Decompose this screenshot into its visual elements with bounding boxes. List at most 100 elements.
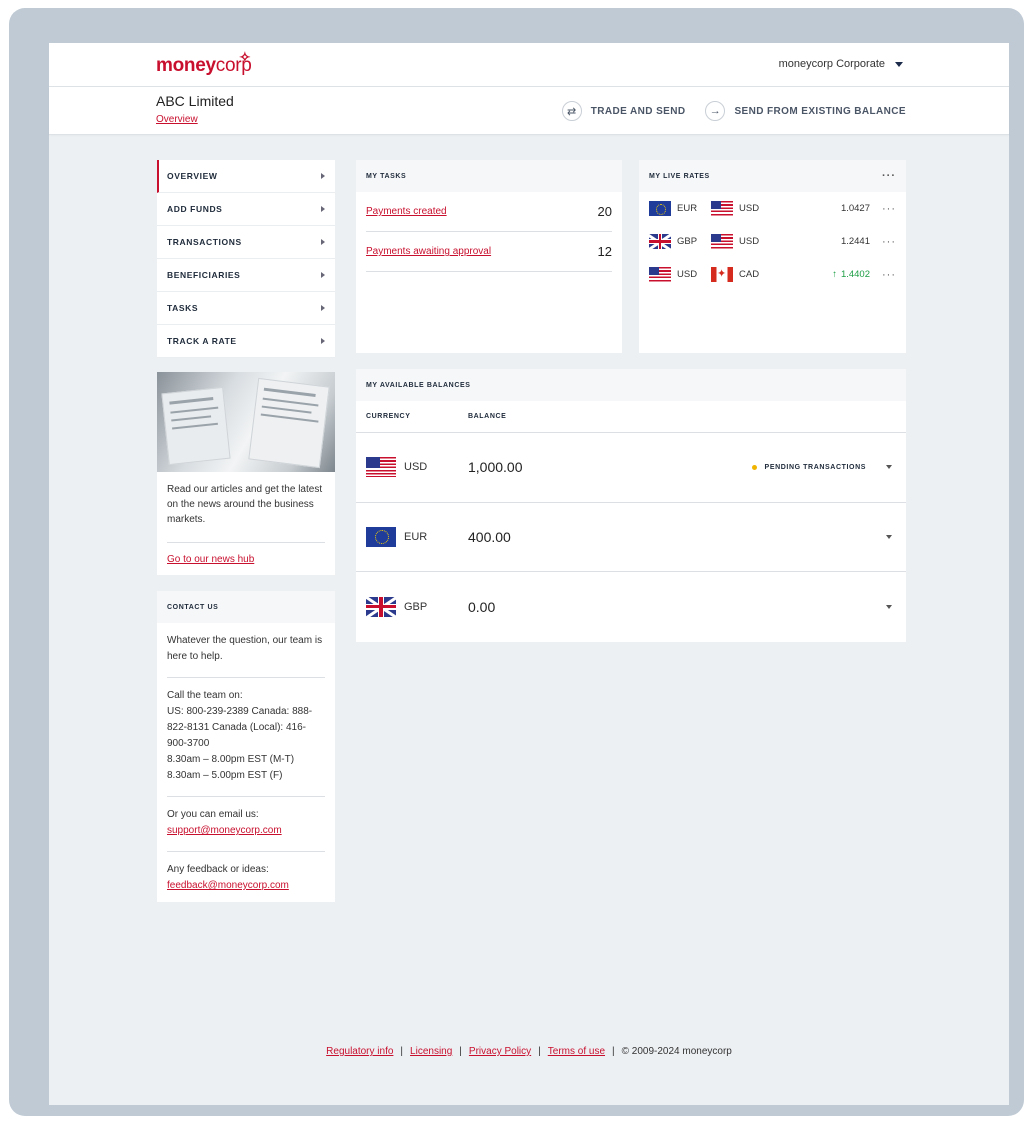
more-options-icon[interactable]: ···: [882, 236, 896, 248]
breadcrumb-overview[interactable]: Overview: [156, 114, 198, 125]
contact-title: CONTACT US: [157, 591, 335, 623]
news-card: Read our articles and get the latest on …: [157, 372, 335, 575]
canada-flag-icon: [711, 267, 733, 282]
company-name: ABC Limited: [156, 93, 234, 109]
balance-currency: GBP: [366, 596, 468, 617]
currency-column-header: CURRENCY: [366, 413, 411, 420]
send-from-balance-label: SEND FROM EXISTING BALANCE: [734, 105, 906, 117]
sidebar-item-label: TRANSACTIONS: [167, 237, 242, 247]
news-hub-link[interactable]: Go to our news hub: [167, 554, 325, 565]
balance-column-header: BALANCE: [468, 413, 507, 420]
currency-code: USD: [739, 203, 760, 214]
available-balances-card: MY AVAILABLE BALANCES CURRENCY BALANCE U…: [356, 369, 906, 642]
more-options-icon[interactable]: ···: [882, 203, 896, 215]
sidebar-item-transactions[interactable]: TRANSACTIONS: [157, 226, 335, 259]
rate-value: 1.0427: [840, 203, 870, 214]
rate-value: 1.2441: [840, 236, 870, 247]
pending-label: PENDING TRANSACTIONS: [764, 463, 866, 471]
regulatory-info-link[interactable]: Regulatory info: [326, 1046, 393, 1057]
currency-code: USD: [739, 236, 760, 247]
to-currency: CAD: [711, 267, 773, 282]
call-details: US: 800-239-2389 Canada: 888-822-8131 Ca…: [167, 706, 313, 749]
footer-separator: |: [459, 1046, 462, 1057]
arrow-right-icon: →: [705, 101, 726, 121]
currency-code: USD: [404, 461, 428, 474]
sidebar-item-label: OVERVIEW: [167, 171, 218, 181]
more-options-icon[interactable]: ···: [882, 269, 896, 281]
currency-code: GBP: [404, 600, 428, 613]
moneycorp-logo[interactable]: moneycorp ✧: [156, 49, 252, 77]
terms-of-use-link[interactable]: Terms of use: [548, 1046, 605, 1057]
device-frame: moneycorp ✧ moneycorp Corporate ABC Limi…: [9, 8, 1024, 1116]
sidebar-item-label: ADD FUNDS: [167, 204, 223, 214]
rate-row: GBP USD 1.2441 ···: [639, 225, 906, 258]
sidebar-item-label: BENEFICIARIES: [167, 270, 241, 280]
balance-row-eur[interactable]: EUR 400.00: [356, 503, 906, 572]
feedback-heading: Any feedback or ideas:: [167, 864, 269, 875]
rate-value-up: ↑ 1.4402: [832, 269, 870, 280]
contact-intro: Whatever the question, our team is here …: [167, 635, 323, 662]
copyright: © 2009-2024 moneycorp: [621, 1046, 732, 1057]
account-selector[interactable]: moneycorp Corporate: [779, 58, 903, 70]
contact-feedback-block: Any feedback or ideas: feedback@moneycor…: [157, 852, 335, 906]
tasks-title: MY TASKS: [356, 160, 622, 192]
rate-row: USD CAD ↑1.4402 ···: [639, 258, 906, 291]
pending-dot-icon: [751, 464, 757, 470]
uk-flag-icon: [649, 234, 671, 249]
balance-row-usd[interactable]: USD 1,000.00 PENDING TRANSACTIONS: [356, 433, 906, 503]
contact-card: CONTACT US Whatever the question, our te…: [157, 591, 335, 902]
expand-chevron-icon[interactable]: [886, 465, 892, 470]
licensing-link[interactable]: Licensing: [410, 1046, 452, 1057]
from-currency: GBP: [649, 234, 711, 249]
task-row: Payments awaiting approval 12: [366, 232, 612, 272]
balance-row-gbp[interactable]: GBP 0.00: [356, 572, 906, 642]
sidebar-item-beneficiaries[interactable]: BENEFICIARIES: [157, 259, 335, 292]
sidebar-item-label: TRACK A RATE: [167, 336, 237, 346]
balance-currency: USD: [366, 457, 468, 478]
trade-and-send-button[interactable]: ⇄ TRADE AND SEND: [561, 101, 686, 121]
from-currency: USD: [649, 267, 711, 282]
to-currency: USD: [711, 201, 773, 216]
my-tasks-card: MY TASKS Payments created 20 Payments aw…: [356, 160, 622, 353]
balance-currency: EUR: [366, 526, 468, 547]
call-hours: 8.30am – 8.00pm EST (M-T) 8.30am – 5.00p…: [167, 754, 295, 781]
caret-down-icon: [895, 61, 903, 67]
from-currency: EUR: [649, 201, 711, 216]
rate-number: 1.4402: [840, 269, 870, 280]
footer-separator: |: [538, 1046, 541, 1057]
rates-header: MY LIVE RATES ···: [639, 160, 906, 192]
support-email-link[interactable]: support@moneycorp.com: [167, 825, 282, 836]
chevron-right-icon: [321, 239, 325, 245]
page: moneycorp ✧ moneycorp Corporate ABC Limi…: [49, 43, 1009, 1105]
account-label: moneycorp Corporate: [778, 58, 885, 70]
chevron-right-icon: [321, 272, 325, 278]
call-heading: Call the team on:: [167, 690, 243, 701]
payments-created-link[interactable]: Payments created: [366, 206, 447, 217]
expand-chevron-icon[interactable]: [886, 604, 892, 609]
send-from-balance-button[interactable]: → SEND FROM EXISTING BALANCE: [705, 101, 906, 121]
live-rates-card: MY LIVE RATES ··· EUR USD 1.0427 ··· GBP…: [639, 160, 906, 353]
sidebar-item-overview[interactable]: OVERVIEW: [157, 160, 335, 193]
sidebar-item-track-a-rate[interactable]: TRACK A RATE: [157, 325, 335, 358]
chevron-right-icon: [321, 173, 325, 179]
us-flag-icon: [366, 457, 396, 478]
feedback-email-link[interactable]: feedback@moneycorp.com: [167, 880, 289, 891]
more-options-icon[interactable]: ···: [882, 170, 896, 182]
contact-email-block: Or you can email us: support@moneycorp.c…: [157, 797, 335, 851]
currency-code: CAD: [739, 269, 760, 280]
uk-flag-icon: [366, 596, 396, 617]
sidebar-item-tasks[interactable]: TASKS: [157, 292, 335, 325]
pending-transactions-badge: PENDING TRANSACTIONS: [751, 463, 866, 471]
payments-awaiting-approval-link[interactable]: Payments awaiting approval: [366, 246, 491, 257]
chevron-right-icon: [321, 338, 325, 344]
balance-amount: 0.00: [468, 598, 496, 615]
currency-code: EUR: [404, 530, 428, 543]
privacy-policy-link[interactable]: Privacy Policy: [469, 1046, 531, 1057]
us-flag-icon: [649, 267, 671, 282]
newspaper-image: [157, 372, 335, 472]
sidebar-item-add-funds[interactable]: ADD FUNDS: [157, 193, 335, 226]
footer: Regulatory info | Licensing | Privacy Policy…: [49, 1046, 1009, 1057]
task-count: 12: [597, 244, 612, 259]
currency-code: EUR: [677, 203, 698, 214]
expand-chevron-icon[interactable]: [886, 534, 892, 539]
